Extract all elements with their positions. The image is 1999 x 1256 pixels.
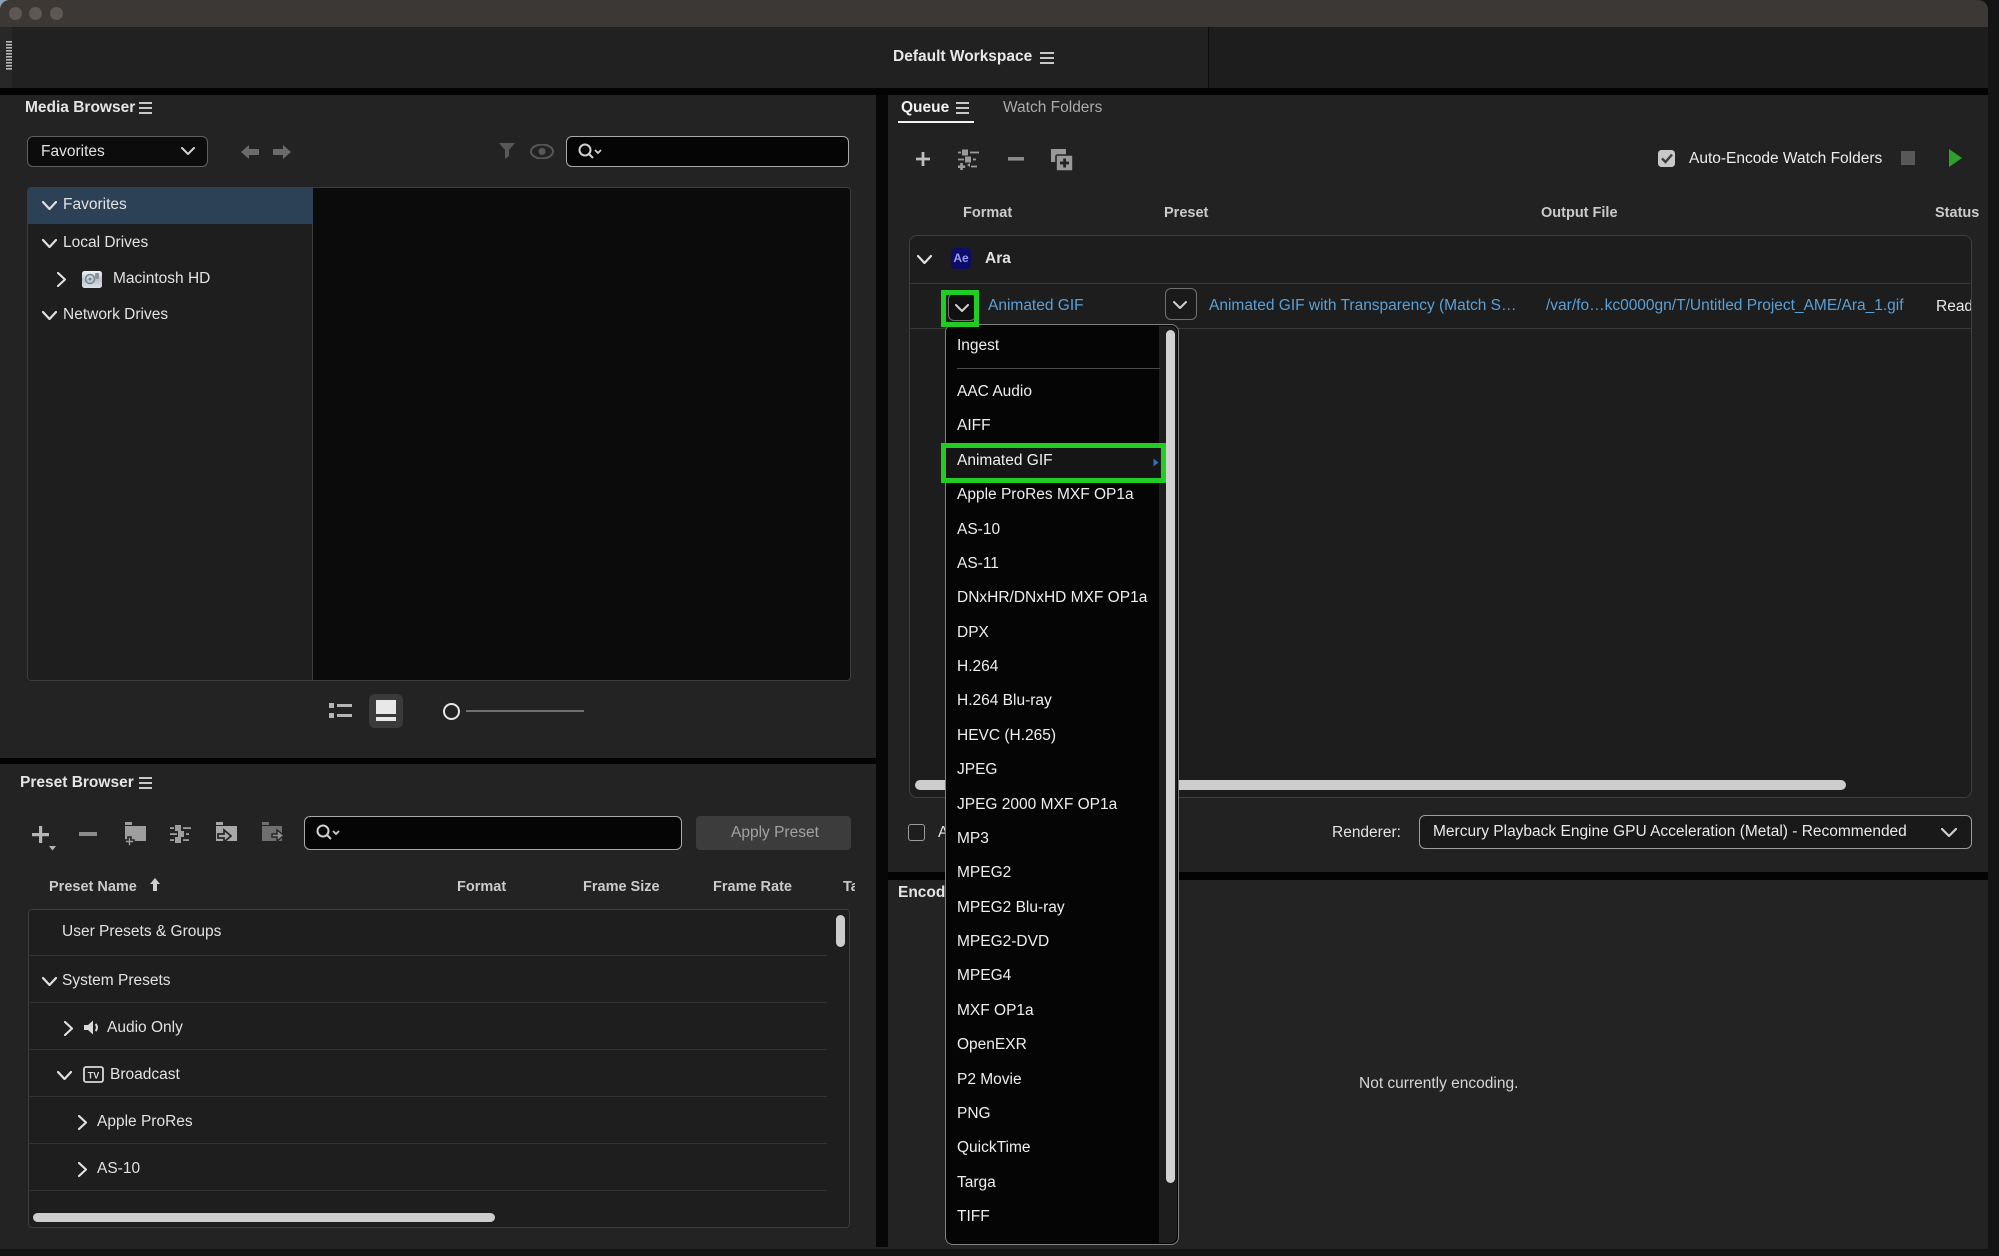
svg-text:TV: TV	[88, 1071, 100, 1081]
